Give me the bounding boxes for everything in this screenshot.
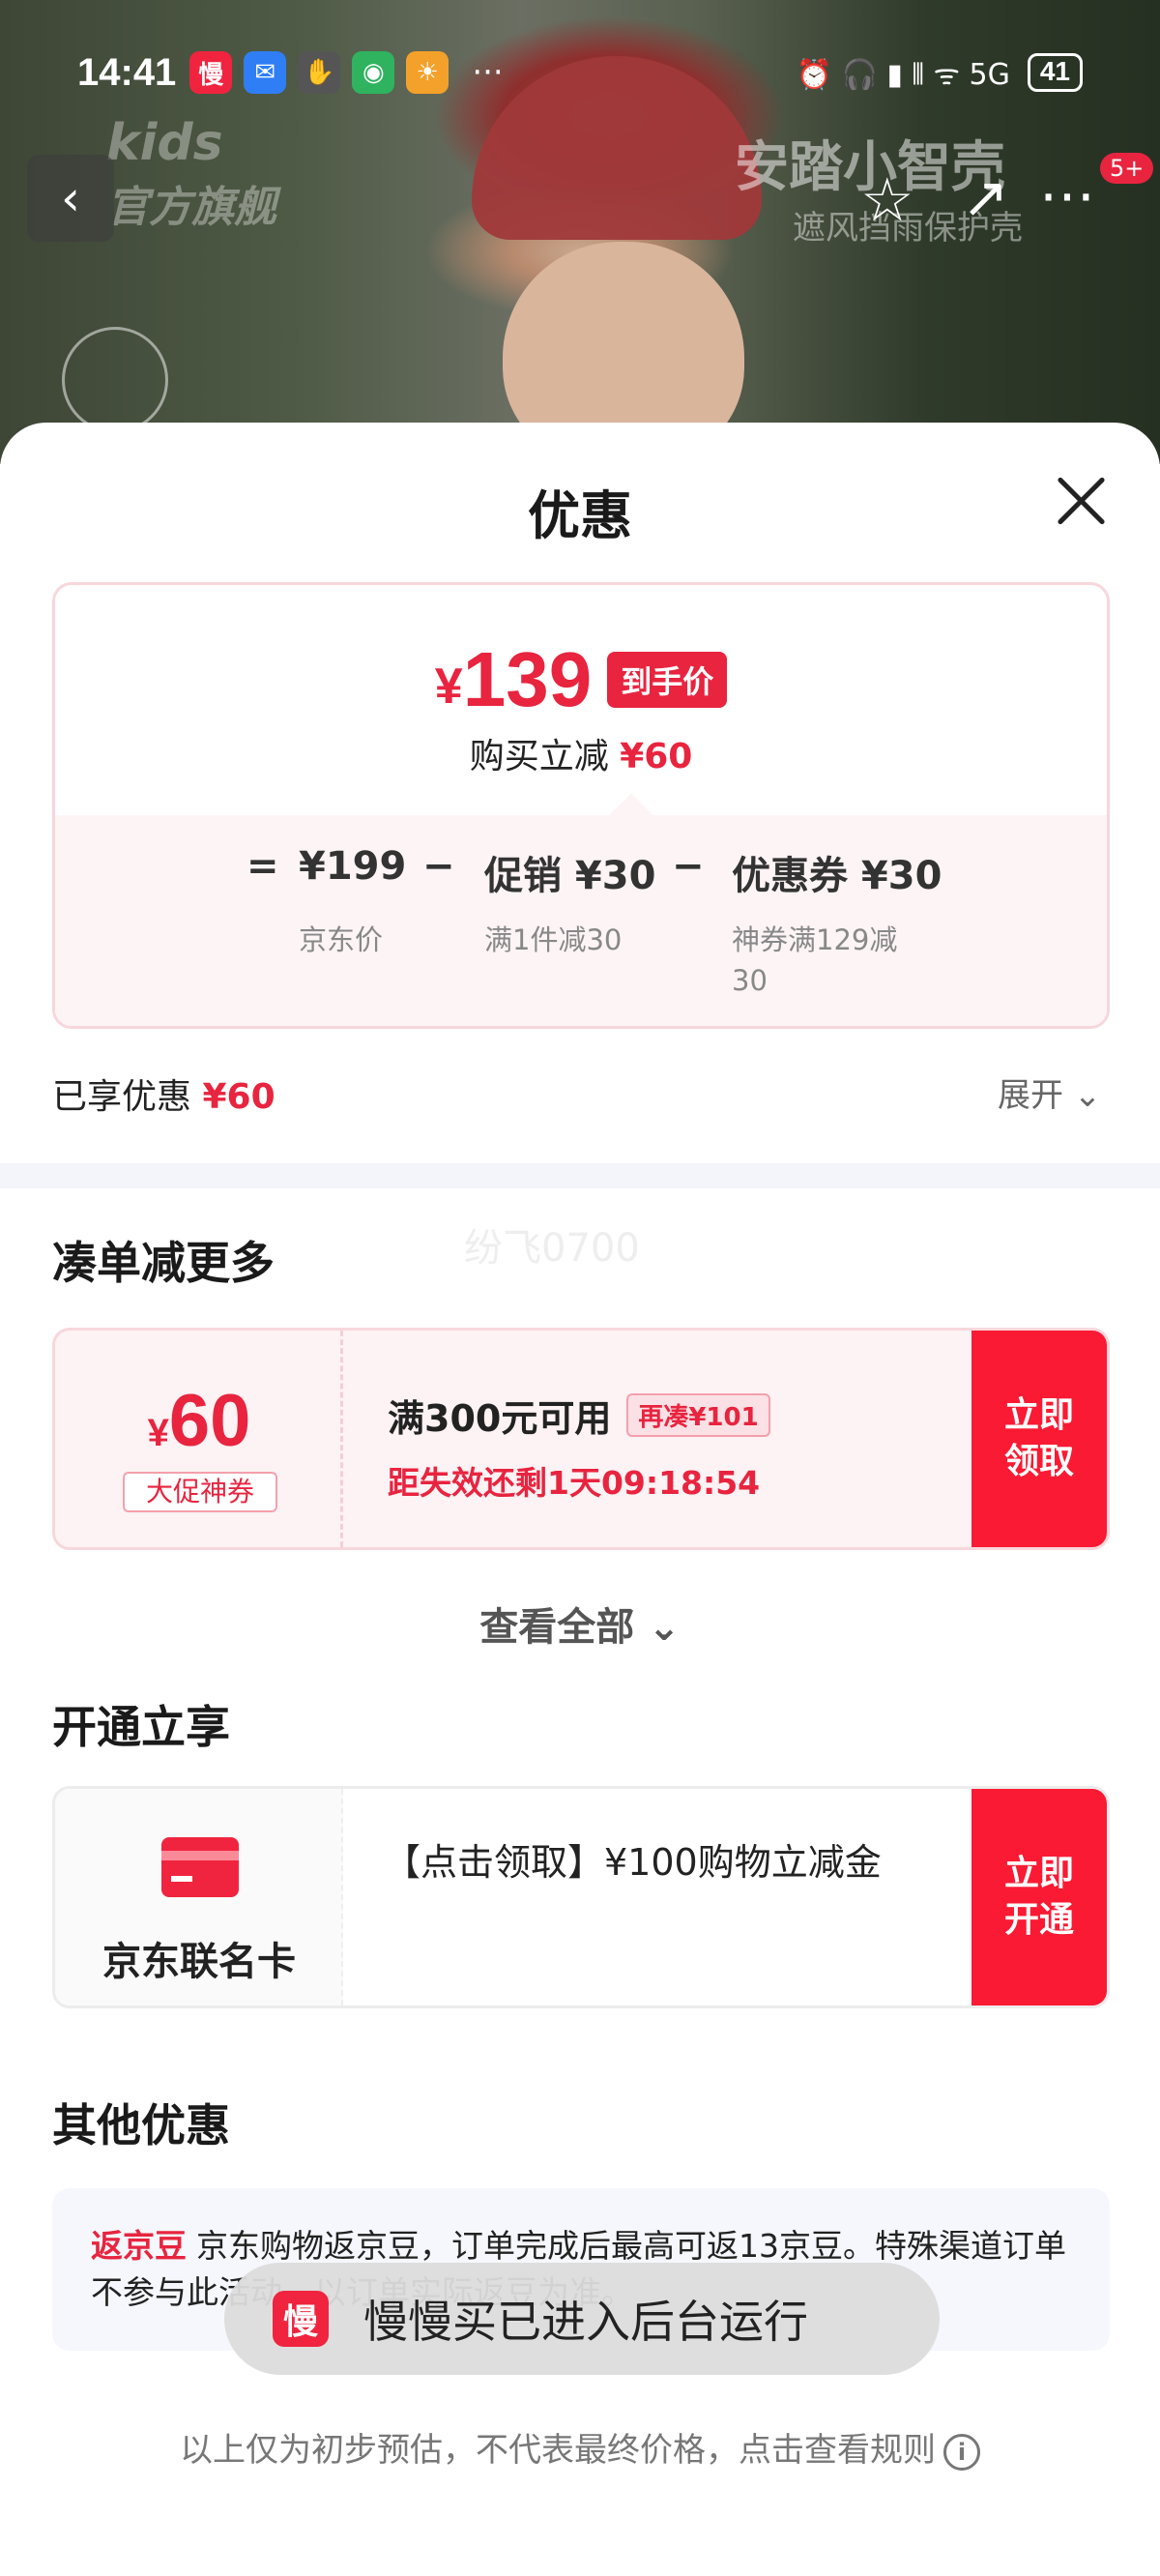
footer-note-text: 以上仅为初步预估，不代表最终价格，点击查看规则: [180, 2431, 936, 2470]
toast-text: 慢慢买已进入后台运行: [363, 2296, 808, 2348]
card-offer-desc: 【点击领取】¥100购物立减金: [384, 1841, 882, 1884]
messages-app-icon: ✉: [244, 51, 287, 94]
coupon-extra-needed: 再凑¥101: [626, 1393, 770, 1437]
favorite-star-icon[interactable]: ☆: [860, 164, 914, 235]
section-other-title: 其他优惠: [52, 2099, 230, 2152]
jd-price-label: 京东价: [299, 923, 384, 956]
price-card: ¥ 139 到手价 购买立减 ¥60 = ¥199 京东价 − 促销 ¥30 满…: [52, 582, 1110, 1029]
open-card-button[interactable]: 立即开通: [972, 1789, 1107, 2005]
final-price-tag: 到手价: [607, 652, 728, 708]
coupon-value: 60: [168, 1380, 251, 1462]
coupon-discount: 优惠券 ¥30: [732, 854, 942, 898]
section-open-title: 开通立享: [52, 1701, 230, 1753]
message-count-badge: 5+: [1100, 153, 1154, 184]
brand-left-text: kids: [106, 114, 223, 172]
promo-coupon: ¥60 大促神券 满300元可用 再凑¥101 距失效还剩1天09:18:54 …: [52, 1328, 1110, 1550]
coupon-type-badge: 大促神券: [123, 1472, 277, 1512]
coupon-expire: 距失效还剩1天09:18:54: [388, 1464, 761, 1502]
coupon-info: 满300元可用 再凑¥101 距失效还剩1天09:18:54: [388, 1389, 770, 1504]
back-button[interactable]: ‹: [27, 155, 114, 242]
user-watermark: 纷飞0700: [464, 1226, 640, 1271]
card-info: 京东联名卡: [55, 1789, 343, 2005]
coupon-condition: 满300元可用: [388, 1397, 612, 1440]
section-more-title: 凑单减更多: [52, 1237, 275, 1289]
credit-card-icon: [161, 1837, 239, 1897]
footer-note[interactable]: 以上仅为初步预估，不代表最终价格，点击查看规则 i: [0, 2423, 1160, 2471]
promo-discount: 促销 ¥30: [484, 854, 656, 898]
expand-button[interactable]: 展开 ⌄: [998, 1068, 1101, 1116]
reduce-value: ¥60: [620, 737, 693, 776]
enjoyed-label: 已享优惠: [52, 1077, 192, 1117]
jd-bean-tag: 返京豆: [91, 2227, 187, 2265]
coupon-discount-label: 神券满129减30: [732, 923, 898, 997]
view-all-button[interactable]: 查看全部 ⌄: [0, 1595, 1160, 1652]
leaf-icon[interactable]: [62, 327, 168, 433]
status-system-icons: ⏰ 🎧 ▮ ⫴ ᯤ 5G: [796, 57, 1010, 92]
card-name: 京东联名卡: [102, 1940, 296, 1984]
reduce-row: 购买立减 ¥60: [55, 728, 1107, 778]
info-icon[interactable]: i: [943, 2433, 980, 2471]
section-divider: [0, 1163, 1160, 1188]
coupon-amount-block: ¥60 大促神券: [55, 1331, 343, 1547]
price-breakdown: = ¥199 京东价 − 促销 ¥30 满1件减30 − 优惠券 ¥30 神券满…: [55, 815, 1107, 1026]
manman-app-icon: 慢: [189, 51, 233, 94]
enjoyed-discount: 已享优惠 ¥60: [52, 1068, 276, 1119]
gesture-app-icon: ✋: [298, 51, 341, 94]
formula-equals: =: [246, 844, 279, 889]
manman-app-icon: 慢: [273, 2291, 329, 2347]
final-price: 139: [462, 636, 593, 722]
battery-icon: 41: [1027, 53, 1083, 92]
brand-left-sub: 官方旗舰: [106, 183, 276, 232]
status-bar: 14:41 慢 ✉ ✋ ◉ ☀ ··· ⏰ 🎧 ▮ ⫴ ᯤ 5G 41: [0, 39, 1160, 106]
formula-minus-1: −: [422, 844, 455, 889]
mobile-app-icon: ◉: [352, 51, 395, 94]
more-menu-icon[interactable]: ⋯: [1039, 162, 1095, 228]
promo-discount-label: 满1件减30: [484, 923, 623, 956]
status-icons: ⏰ 🎧 ▮ ⫴ ᯤ 5G 41: [797, 53, 1083, 93]
claim-coupon-button[interactable]: 立即领取: [972, 1331, 1107, 1547]
status-time: 14:41: [77, 50, 177, 94]
background-run-toast: 慢 慢慢买已进入后台运行: [224, 2263, 940, 2375]
status-more-icon: ···: [472, 53, 504, 92]
reduce-label: 购买立减: [469, 737, 609, 776]
jd-price: ¥199: [299, 844, 407, 889]
formula-minus-2: −: [672, 844, 705, 889]
coupon-amount: ¥60: [55, 1379, 343, 1463]
final-price-row: ¥ 139 到手价: [55, 635, 1107, 724]
coupon-currency: ¥: [147, 1412, 169, 1454]
weather-app-icon: ☀: [406, 51, 450, 94]
price-summary: ¥ 139 到手价 购买立减 ¥60: [55, 585, 1107, 815]
enjoyed-value: ¥60: [202, 1077, 276, 1117]
brand-watermark-left: kids 官方旗舰: [106, 114, 276, 234]
close-icon[interactable]: [1054, 473, 1108, 527]
coupon-condition-row: 满300元可用 再凑¥101: [388, 1389, 770, 1442]
sheet-title: 优惠: [528, 485, 632, 546]
co-brand-card-offer: 京东联名卡 【点击领取】¥100购物立减金 立即开通: [52, 1786, 1110, 2008]
price-currency: ¥: [434, 659, 463, 715]
share-icon[interactable]: ↗: [962, 164, 1009, 230]
